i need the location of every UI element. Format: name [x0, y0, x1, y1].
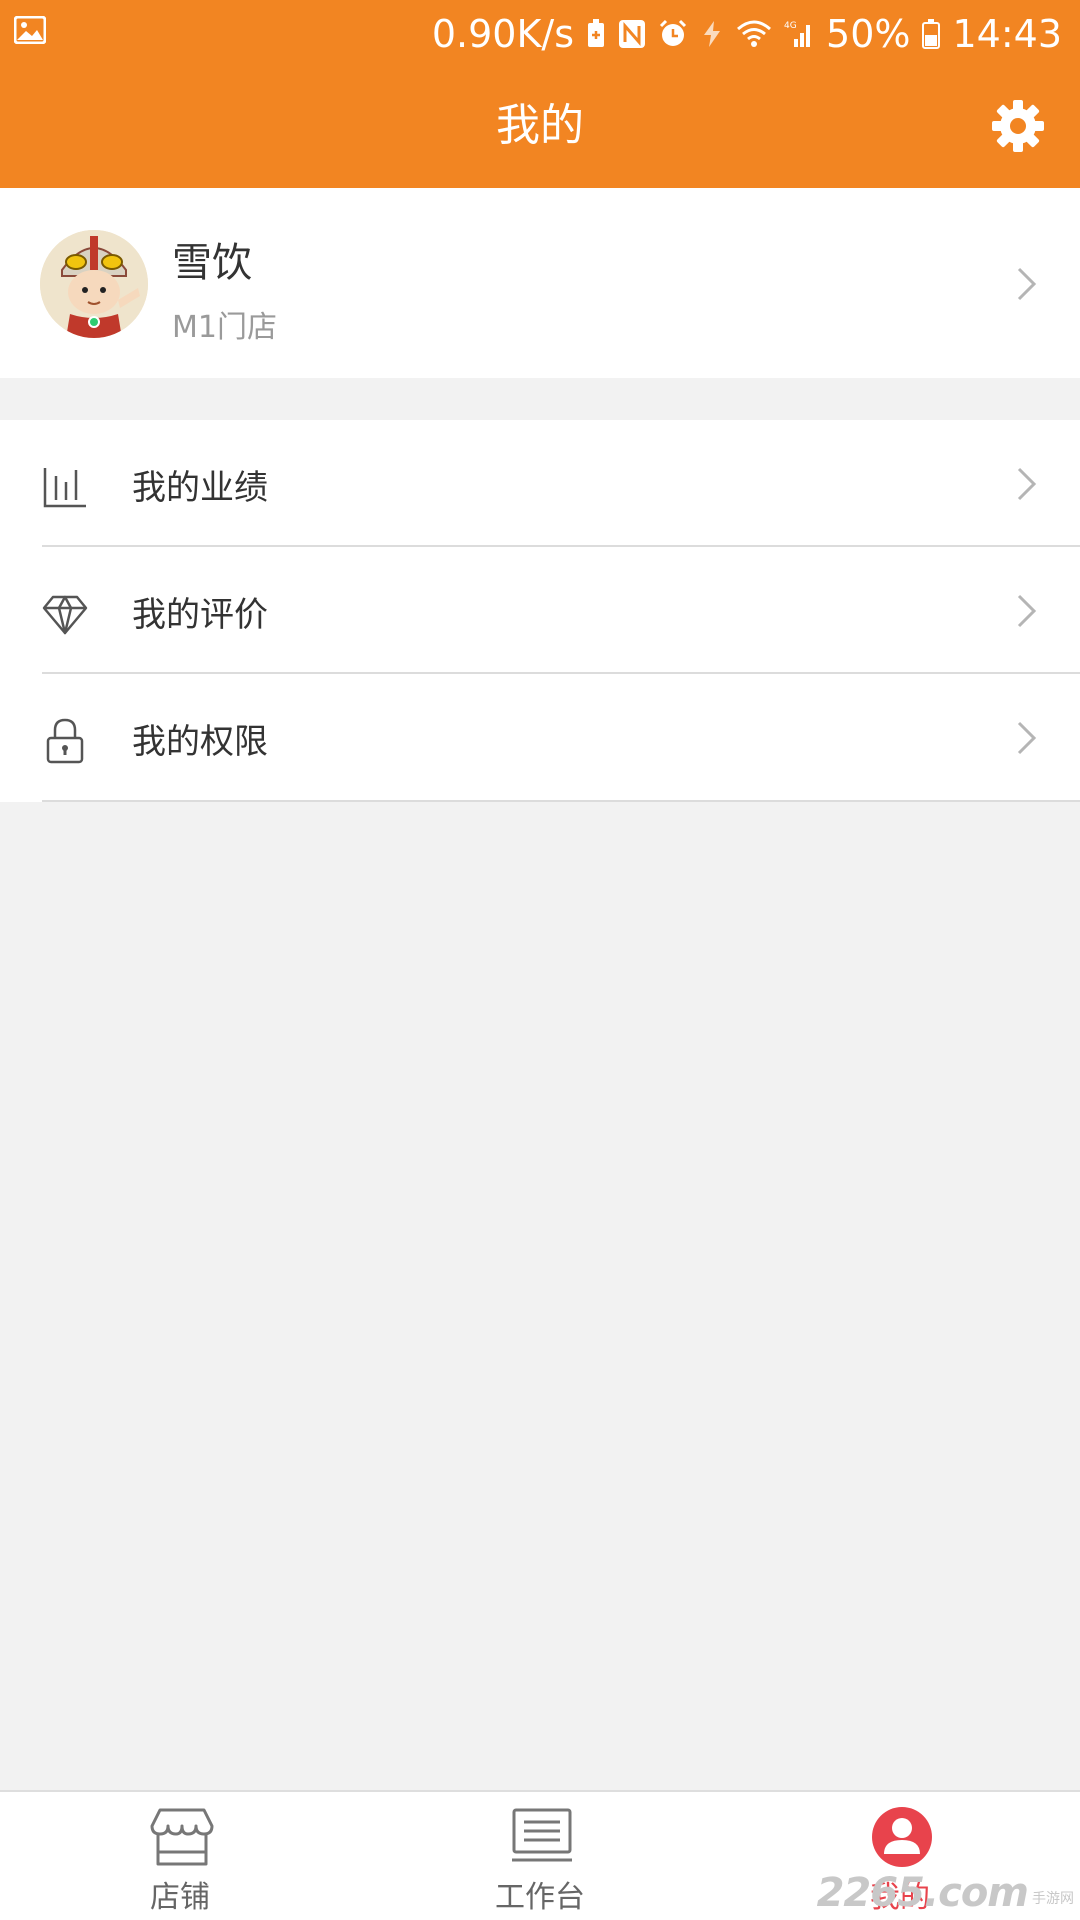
menu-item-performance[interactable]: 我的业绩 — [0, 420, 1080, 547]
menu-item-reviews[interactable]: 我的评价 — [0, 547, 1080, 674]
signal-icon: 4G — [784, 19, 814, 49]
menu-divider — [42, 800, 1080, 802]
menu-list: 我的业绩 我的评价 我的权限 — [0, 420, 1080, 802]
avatar-image — [40, 230, 148, 338]
profile-name: 雪饮 — [172, 240, 252, 286]
chevron-right-icon — [1017, 721, 1037, 755]
watermark-sub: 手游网 — [1032, 1891, 1074, 1907]
network-type: 4G — [784, 21, 797, 31]
battery-icon — [922, 19, 941, 49]
image-icon — [14, 16, 46, 44]
wifi-icon — [736, 19, 772, 49]
status-bar: 0.90K/s 4G 50% 14:43 — [0, 0, 1080, 68]
watermark: 2265.com 手游网 — [817, 1860, 1074, 1916]
clock: 14:43 — [952, 12, 1062, 56]
alarm-icon — [658, 19, 688, 49]
network-speed: 0.90K/s — [431, 12, 575, 56]
battery-percent: 50% — [826, 12, 911, 56]
menu-label-reviews: 我的评价 — [132, 595, 268, 635]
menu-label-permissions: 我的权限 — [132, 722, 268, 762]
menu-label-performance: 我的业绩 — [132, 468, 268, 508]
chevron-right-icon — [1017, 594, 1037, 628]
app-header: 0.90K/s 4G 50% 14:43 我的 — [0, 0, 1080, 188]
gear-icon[interactable] — [990, 98, 1046, 154]
user-icon — [872, 1807, 932, 1867]
bar-chart-icon — [43, 468, 86, 508]
chevron-right-icon — [1017, 467, 1037, 501]
data-saver-icon — [700, 19, 724, 49]
laptop-icon — [512, 1808, 572, 1862]
tab-label-store: 店铺 — [150, 1880, 210, 1915]
lock-icon — [46, 718, 84, 764]
tab-store[interactable]: 店铺 — [0, 1792, 360, 1920]
tab-workbench[interactable]: 工作台 — [360, 1792, 720, 1920]
store-icon — [150, 1808, 214, 1866]
profile-card[interactable]: 雪饮 M1门店 — [0, 188, 1080, 378]
avatar — [40, 230, 148, 338]
menu-item-permissions[interactable]: 我的权限 — [0, 674, 1080, 801]
battery-saver-icon — [586, 19, 606, 49]
diamond-icon — [42, 595, 88, 635]
tab-label-workbench: 工作台 — [495, 1880, 585, 1915]
page-title: 我的 — [496, 100, 584, 151]
profile-store: M1门店 — [172, 310, 277, 345]
nfc-icon — [618, 19, 646, 49]
watermark-main: 2265.com — [816, 1870, 1029, 1916]
chevron-right-icon — [1017, 267, 1037, 301]
